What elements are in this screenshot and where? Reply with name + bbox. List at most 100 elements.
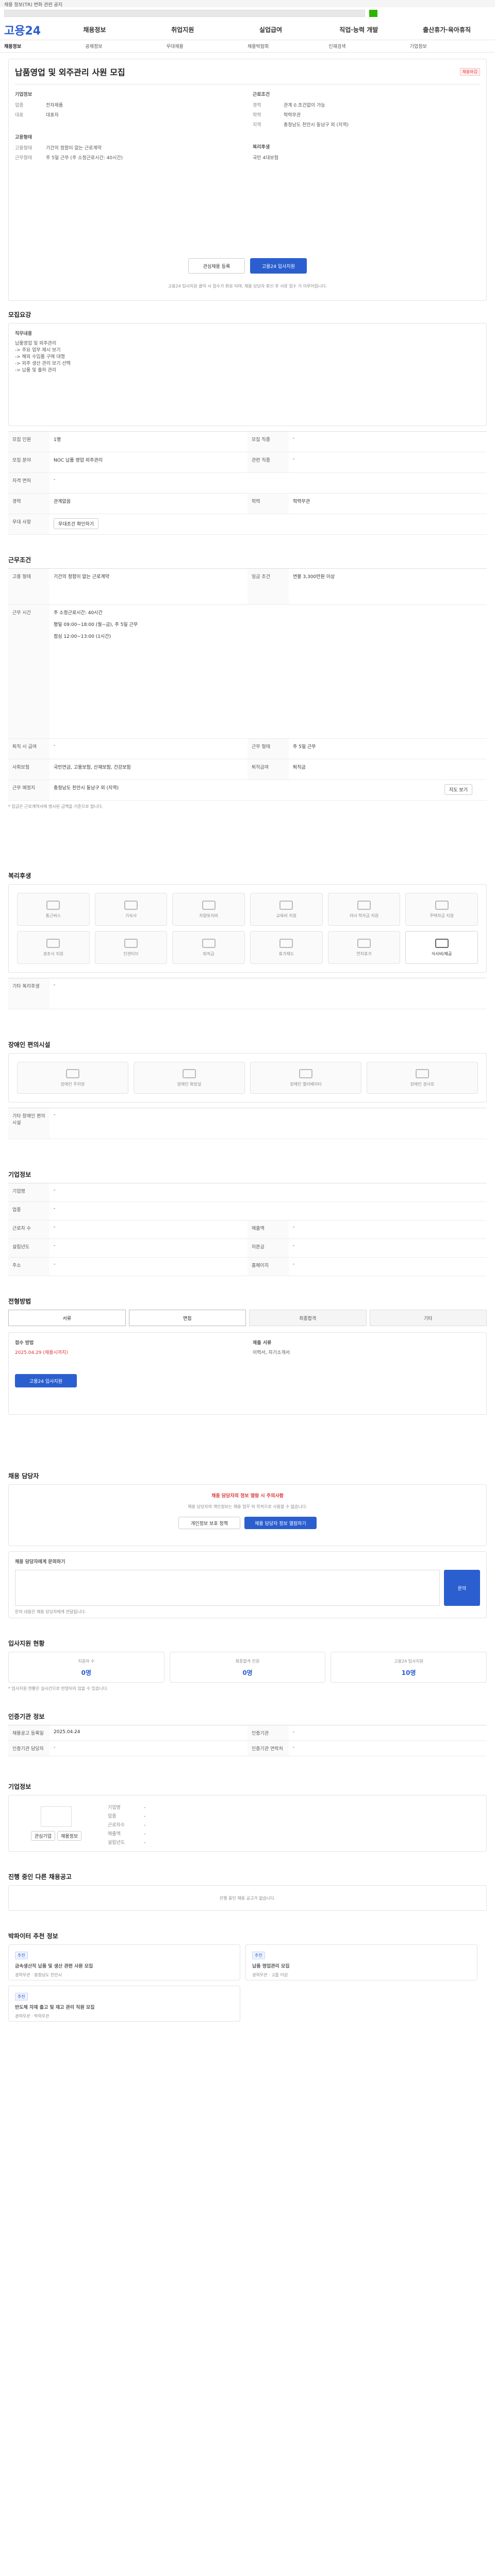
- welfare-item: 교육비 지원: [250, 893, 323, 926]
- recommend-section: 박파이터 추천 정보 추천 금속생산직 납품 및 생산 관련 사원 모집 경력무관 …: [8, 1931, 487, 2022]
- apply-notice: 고용24 입사지원 클릭 시 접수가 완료 되며, 채용 담당자 회신 후 서류…: [168, 284, 327, 289]
- gift-icon: [46, 938, 60, 948]
- condition-note: * 임금은 근로계약서에 명시된 금액을 기준으로 합니다.: [8, 804, 103, 809]
- td: -: [293, 436, 295, 441]
- duty-label: 직무내용: [15, 331, 32, 336]
- section-title: 기업정보: [8, 1171, 31, 1178]
- condition-table: 고용 형태 기간의 정함이 없는 근로계약 임금 조건 연봉 3,300만원 이상 근…: [8, 568, 487, 801]
- welfare-item: 주택자금 지원: [405, 893, 478, 926]
- section-title: 근무조건: [8, 556, 31, 564]
- welfare-item-active: 식사비/제공: [405, 931, 478, 964]
- step: 서류: [8, 1310, 126, 1326]
- facility-item: 장애인 화장실: [134, 1062, 245, 1094]
- td: 관계없음: [54, 499, 71, 504]
- elevator-icon: [299, 1069, 312, 1078]
- subnav-item[interactable]: 인재검색: [328, 43, 409, 49]
- company-jobs-button[interactable]: 채용정보: [57, 1831, 82, 1841]
- privacy-button[interactable]: 개인정보 보호 정책: [178, 1517, 240, 1529]
- td: 학력무관: [293, 499, 310, 504]
- subnav-item[interactable]: 채용정보: [4, 43, 85, 49]
- td: NOC 납품 영업 외주관리: [54, 458, 103, 463]
- field-label: 경력: [253, 103, 261, 108]
- field-value: 주 5일 근무 (주 소정근로시간: 40시간): [46, 156, 123, 161]
- browser-bar: [0, 7, 495, 20]
- address-field[interactable]: [4, 10, 365, 17]
- field-value: 관계 0.조건없이 가능: [284, 103, 325, 108]
- scrap-button[interactable]: 관심채용 등록: [188, 258, 245, 274]
- qa-textarea[interactable]: [15, 1570, 440, 1606]
- td: 충청남도 천안시 동남구 외 (지역): [54, 786, 119, 791]
- qa-box: 채용 담당자에게 문의하기 문의 문의 내용은 채용 담당자에게 전달됩니다.: [8, 1551, 487, 1618]
- section-title: 전형방법: [8, 1298, 31, 1305]
- process-section: 전형방법 서류 면접 최종합격 기타 접수 방법 2025.04.29 (채용시…: [8, 1297, 487, 1415]
- td: -: [54, 982, 56, 988]
- sub-nav: 채용정보 공채정보 우대채용 채용박람회 인재검색 기업정보: [0, 40, 495, 53]
- recommend-card[interactable]: 추천 반도체 자재 출고 및 재고 관리 직원 모집 경력무관 · 학력무관: [8, 1986, 240, 2022]
- th: 근무 형태: [248, 739, 289, 759]
- section-title: 모집요강: [8, 311, 31, 318]
- field-label: 복리후생: [253, 145, 270, 150]
- th: 우대 사항: [8, 514, 50, 534]
- welfare-item: 기숙사: [94, 893, 168, 926]
- welfare-item: 연차휴가: [327, 931, 401, 964]
- apply-button-2[interactable]: 고용24 입사지원: [15, 1374, 77, 1387]
- field-label: 학력: [253, 113, 261, 118]
- th: 퇴직금여: [248, 759, 289, 779]
- subnav-item[interactable]: 기업정보: [410, 43, 491, 49]
- facility-section: 장애인 편의시설 장애인 주차장 장애인 화장실 장애인 엘리베이터 장애인 경…: [8, 1040, 487, 1139]
- td: 퇴직금: [293, 765, 306, 770]
- td: -: [54, 743, 56, 748]
- prefer-button[interactable]: 우대조건 확인하기: [54, 518, 99, 529]
- recommend-card[interactable]: 추천 금속생산직 납품 및 생산 관련 사원 모집 경력무관 · 충청남도 천안시: [8, 1944, 240, 1980]
- field-label: 근로조건: [253, 92, 270, 97]
- site-logo[interactable]: 고용24: [4, 22, 51, 38]
- field-value: 학력무관: [284, 113, 301, 118]
- section-title: 채용 담당자: [8, 1472, 39, 1480]
- subnav-item[interactable]: 우대채용: [167, 43, 248, 49]
- pension-icon: [202, 938, 216, 948]
- job-header-card: 납품영업 및 외주관리 사원 모집 채용마감 기업정보 업종 전자제품 대표 대표자…: [8, 59, 487, 301]
- subnav-item[interactable]: 채용박람회: [248, 43, 328, 49]
- map-button[interactable]: 지도 보기: [444, 784, 472, 795]
- welfare-item: 퇴직금: [172, 931, 245, 964]
- view-contact-button[interactable]: 채용 담당자 정보 열람하기: [244, 1517, 317, 1529]
- recruit-table: 모집 인원 1명 모집 직종 - 모집 분야 NOC 납품 영업 외주관리 관련 직종 - …: [8, 431, 487, 535]
- green-icon[interactable]: [369, 10, 377, 17]
- gnb-item[interactable]: 실업급여: [227, 25, 315, 34]
- empty-text: 진행 중인 채용 공고가 없습니다.: [219, 1895, 276, 1901]
- recommend-card[interactable]: 추천 납품 영업관리 모집 경력무관 · 고졸 이상: [245, 1944, 477, 1980]
- welfare-item: 휴가제도: [250, 931, 323, 964]
- field-value: 대표자: [46, 113, 59, 118]
- field-label: 지역: [253, 123, 261, 128]
- qa-submit-button[interactable]: 문의: [444, 1570, 480, 1606]
- job-title: 납품영업 및 외주관리 사원 모집: [15, 67, 125, 77]
- field-value: 충청남도 천안시 동남구 외 (지역): [284, 123, 349, 128]
- field-value: 전자제품: [46, 103, 63, 108]
- apply-button[interactable]: 고용24 입사지원: [250, 258, 307, 274]
- td: 기간의 정함이 없는 근로계약: [54, 574, 109, 580]
- gnb-item[interactable]: 채용정보: [51, 25, 139, 34]
- gnb-item[interactable]: 취업지원: [139, 25, 227, 34]
- th: 관련 직종: [248, 452, 289, 472]
- stat-section: 입사지원 현황 지원자 수 0명 최종합격 인원 0명 고용24 입사지원 10명 *…: [8, 1639, 487, 1691]
- field-label: 대표: [15, 113, 24, 118]
- top-notice-bar: 채용 정보(TR) 변화 관련 공지: [0, 0, 495, 8]
- field-value: 기간의 정함이 없는 근로계약: [46, 146, 102, 151]
- th: 모집 분야: [8, 452, 50, 472]
- info-section: 인증기관 정보 채용공고 등록일 2025.04.24 인증기관 - 인증기관 담당자…: [8, 1712, 487, 1756]
- gnb-item[interactable]: 직업·능력 개발: [315, 25, 403, 34]
- interest-company-button[interactable]: 관심기업: [30, 1831, 55, 1841]
- facility-item: 장애인 주차장: [17, 1062, 128, 1094]
- subnav-item[interactable]: 공채정보: [85, 43, 166, 49]
- step: 최종합격: [249, 1310, 367, 1326]
- section-title: 입사지원 현황: [8, 1640, 45, 1647]
- other-jobs-section: 진행 중인 다른 채용공고 진행 중인 채용 공고가 없습니다.: [8, 1872, 487, 1911]
- section-title: 복리후생: [8, 872, 31, 879]
- th: 학력: [248, 494, 289, 514]
- gnb-item[interactable]: 출산휴가·육아휴직: [403, 25, 491, 34]
- meal-icon: [435, 938, 449, 948]
- duty-line: -> 납품 및 출하 관리: [15, 368, 57, 373]
- welfare-item: 경조사 지원: [17, 931, 90, 964]
- section-title: 박파이터 추천 정보: [8, 1933, 58, 1940]
- welfare-item: 자녀 학자금 지원: [327, 893, 401, 926]
